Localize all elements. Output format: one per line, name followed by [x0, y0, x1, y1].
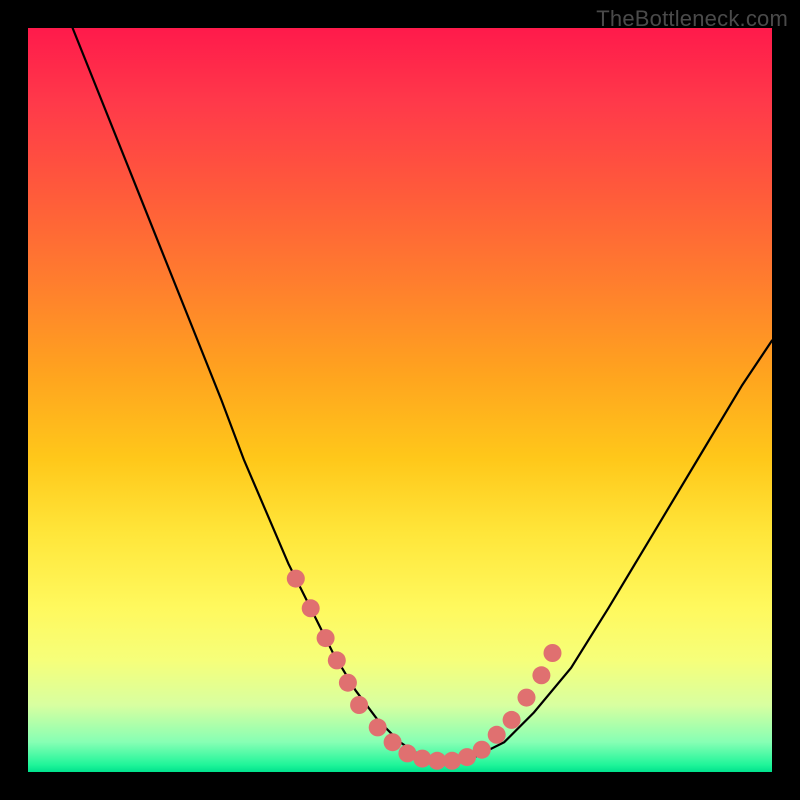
highlight-marker — [287, 570, 305, 588]
highlight-marker — [317, 629, 335, 647]
highlight-marker — [302, 599, 320, 617]
highlight-marker — [473, 741, 491, 759]
highlight-marker — [532, 666, 550, 684]
highlight-marker — [488, 726, 506, 744]
chart-frame: TheBottleneck.com — [0, 0, 800, 800]
highlight-marker — [328, 651, 346, 669]
marker-group — [287, 570, 562, 770]
highlight-marker — [369, 718, 387, 736]
highlight-marker — [350, 696, 368, 714]
highlight-marker — [339, 674, 357, 692]
highlight-marker — [544, 644, 562, 662]
bottleneck-curve — [73, 28, 772, 765]
highlight-marker — [384, 733, 402, 751]
highlight-marker — [518, 689, 536, 707]
highlight-marker — [503, 711, 521, 729]
chart-svg — [28, 28, 772, 772]
chart-plot-area — [28, 28, 772, 772]
